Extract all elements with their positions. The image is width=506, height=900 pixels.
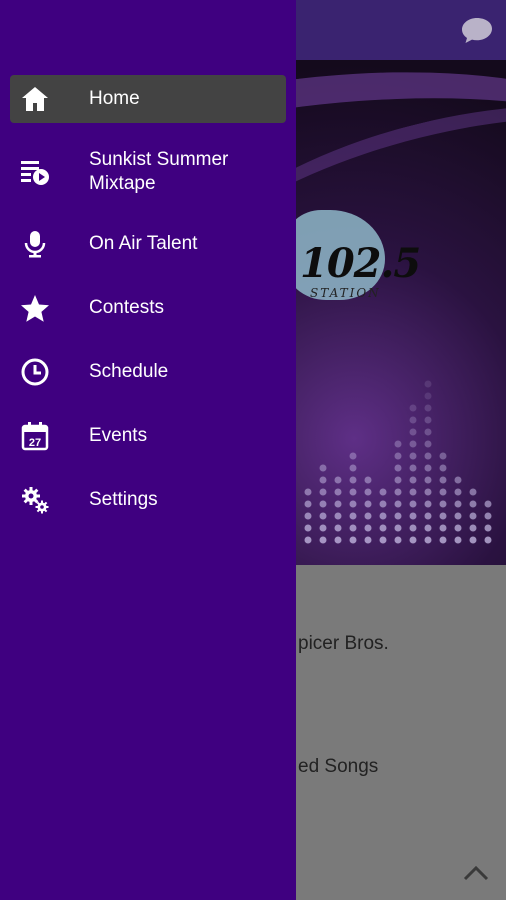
gears-icon — [20, 485, 50, 515]
clock-icon — [20, 357, 50, 387]
calendar-day-number: 27 — [29, 437, 41, 449]
nav-label-settings: Settings — [89, 489, 158, 510]
nav-item-sunkist-summer-mixtape[interactable]: Sunkist Summer Mixtape — [10, 142, 286, 202]
calendar-icon: 27 — [20, 421, 50, 451]
nav-item-home[interactable]: Home — [10, 75, 286, 123]
microphone-icon — [20, 229, 50, 259]
nav-item-events[interactable]: 27 Events — [10, 412, 286, 460]
nav-item-schedule[interactable]: Schedule — [10, 348, 286, 396]
navigation-drawer: Home Sunkist Summer Mixtape On Air Talen… — [0, 0, 296, 900]
nav-label-home: Home — [89, 88, 140, 109]
nav-label-events: Events — [89, 425, 148, 446]
nav-label-sunkist-summer-mixtape: Sunkist Summer Mixtape — [89, 149, 229, 194]
nav-item-contests[interactable]: Contests — [10, 284, 286, 332]
nav-label-schedule: Schedule — [89, 361, 169, 382]
nav-label-on-air-talent: On Air Talent — [89, 233, 198, 254]
app-screen: 102.5 STATION picer Bros. ed Songs Home — [0, 0, 506, 900]
nav-item-on-air-talent[interactable]: On Air Talent — [10, 220, 286, 268]
nav-label-contests: Contests — [89, 297, 164, 318]
star-icon — [20, 293, 50, 323]
nav-item-settings[interactable]: Settings — [10, 476, 286, 524]
home-icon — [20, 84, 50, 114]
playlist-play-icon — [20, 157, 50, 187]
